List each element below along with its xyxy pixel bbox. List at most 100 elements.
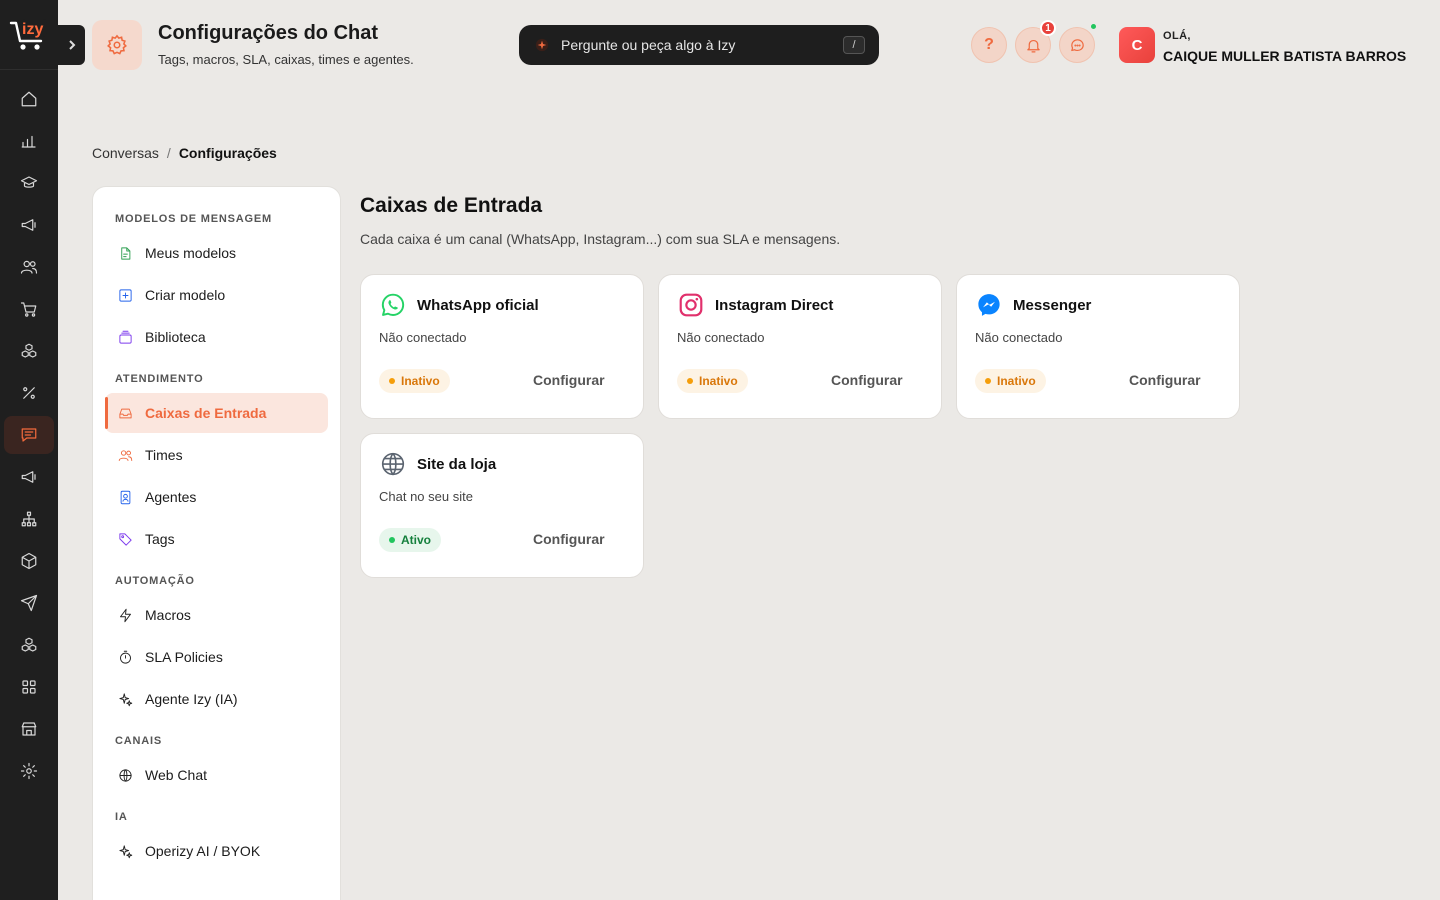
menu-item-sla-policies[interactable]: SLA Policies xyxy=(105,637,328,677)
breadcrumb-current: Configurações xyxy=(178,145,277,161)
status-badge: Inativo xyxy=(379,369,450,393)
cart-icon[interactable] xyxy=(4,290,54,328)
notification-count-badge: 1 xyxy=(1040,20,1056,36)
library-icon xyxy=(119,330,132,344)
menu-item-macros[interactable]: Macros xyxy=(105,595,328,635)
breadcrumb: Conversas / Configurações xyxy=(92,145,277,161)
graduation-cap-icon[interactable] xyxy=(4,164,54,202)
status-badge: Inativo xyxy=(677,369,748,393)
status-dot xyxy=(389,537,395,543)
help-button[interactable]: ? xyxy=(971,27,1007,63)
configure-messenger-button[interactable]: Configurar xyxy=(1129,372,1201,388)
menu-item-agente-izy[interactable]: Agente Izy (IA) xyxy=(105,679,328,719)
search-placeholder: Pergunte ou peça algo à Izy xyxy=(561,37,736,53)
bar-chart-icon[interactable] xyxy=(4,122,54,160)
menu-item-caixas-de-entrada[interactable]: Caixas de Entrada xyxy=(105,393,328,433)
globe-icon xyxy=(119,768,132,782)
bell-icon xyxy=(1026,39,1040,52)
configure-instagram-button[interactable]: Configurar xyxy=(831,372,903,388)
boxes-icon[interactable] xyxy=(4,332,54,370)
users-icon[interactable] xyxy=(4,248,54,286)
section-title: Caixas de Entrada xyxy=(360,194,543,217)
store-icon[interactable] xyxy=(4,710,54,748)
status-dot xyxy=(687,378,693,384)
megaphone-icon[interactable] xyxy=(4,206,54,244)
timer-icon xyxy=(120,650,131,664)
section-subtitle: Cada caixa é um canal (WhatsApp, Instagr… xyxy=(360,231,841,247)
chat-bubble-icon xyxy=(1070,38,1084,51)
card-title: Messenger xyxy=(1013,296,1092,314)
expand-rail-button[interactable] xyxy=(58,25,85,65)
sparkles-icon xyxy=(119,844,133,858)
messenger-icon xyxy=(975,291,1003,319)
menu-section-title: IA xyxy=(115,811,128,823)
settings-header-icon xyxy=(92,20,142,70)
inbox-card-whatsapp: WhatsApp oficial Não conectado Inativo C… xyxy=(360,274,644,419)
menu-item-web-chat[interactable]: Web Chat xyxy=(105,755,328,795)
card-title: Instagram Direct xyxy=(715,296,834,314)
user-name[interactable]: CAIQUE MULLER BATISTA BARROS xyxy=(1163,48,1406,64)
status-badge: Ativo xyxy=(379,528,441,552)
menu-section-title: CANAIS xyxy=(115,735,162,747)
menu-item-tags[interactable]: Tags xyxy=(105,519,328,559)
settings-menu: MODELOS DE MENSAGEM Meus modelos Criar m… xyxy=(92,186,341,900)
home-icon[interactable] xyxy=(4,80,54,118)
breadcrumb-conversas[interactable]: Conversas xyxy=(92,145,159,161)
send-icon[interactable] xyxy=(4,584,54,622)
status-dot xyxy=(389,378,395,384)
percent-icon[interactable] xyxy=(4,374,54,412)
card-description: Não conectado xyxy=(677,330,765,345)
user-avatar[interactable]: C xyxy=(1119,27,1155,63)
menu-item-agentes[interactable]: Agentes xyxy=(105,477,328,517)
card-title: Site da loja xyxy=(417,455,497,473)
chevron-right-icon xyxy=(68,40,75,50)
grid-icon[interactable] xyxy=(4,668,54,706)
menu-item-meus-modelos[interactable]: Meus modelos xyxy=(105,233,328,273)
megaphone-2-icon[interactable] xyxy=(4,458,54,496)
menu-section-title: MODELOS DE MENSAGEM xyxy=(115,213,272,225)
chat-icon[interactable] xyxy=(4,416,54,454)
package-icon[interactable] xyxy=(4,542,54,580)
card-description: Chat no seu site xyxy=(379,489,473,504)
sparkles-icon xyxy=(119,692,133,706)
configure-site-button[interactable]: Configurar xyxy=(533,531,605,547)
team-icon xyxy=(118,449,133,461)
gear-icon[interactable] xyxy=(4,752,54,790)
page-subtitle: Tags, macros, SLA, caixas, times e agent… xyxy=(158,52,414,67)
menu-section-title: AUTOMAÇÃO xyxy=(115,575,195,587)
izy-logo[interactable]: izy xyxy=(0,0,58,70)
notifications-button[interactable]: 1 xyxy=(1015,20,1056,63)
search-shortcut-key: / xyxy=(843,36,865,54)
menu-item-times[interactable]: Times xyxy=(105,435,328,475)
online-status-dot xyxy=(1089,22,1098,31)
document-icon xyxy=(121,246,131,260)
agent-id-icon xyxy=(120,490,131,504)
inbox-card-site: Site da loja Chat no seu site Ativo Conf… xyxy=(360,433,644,578)
blocks-icon[interactable] xyxy=(4,626,54,664)
ask-izy-search[interactable]: Pergunte ou peça algo à Izy / xyxy=(519,25,879,65)
menu-item-operizy-ai[interactable]: Operizy AI / BYOK xyxy=(105,831,328,871)
card-description: Não conectado xyxy=(975,330,1063,345)
instagram-icon xyxy=(677,291,705,319)
messages-button[interactable] xyxy=(1059,22,1098,63)
status-dot xyxy=(985,378,991,384)
configure-whatsapp-button[interactable]: Configurar xyxy=(533,372,605,388)
whatsapp-icon xyxy=(379,291,407,319)
globe-icon xyxy=(379,450,407,478)
menu-item-biblioteca[interactable]: Biblioteca xyxy=(105,317,328,357)
plus-square-icon xyxy=(119,288,132,302)
menu-section-title: ATENDIMENTO xyxy=(115,373,204,385)
menu-item-criar-modelo[interactable]: Criar modelo xyxy=(105,275,328,315)
sparkle-icon xyxy=(535,38,549,52)
question-icon: ? xyxy=(984,36,994,53)
page-title: Configurações do Chat xyxy=(158,22,379,44)
inbox-icon xyxy=(119,408,132,418)
left-rail: izy xyxy=(0,0,58,900)
lightning-icon xyxy=(120,608,131,622)
card-title: WhatsApp oficial xyxy=(417,296,539,314)
svg-text:izy: izy xyxy=(22,21,43,38)
status-badge: Inativo xyxy=(975,369,1046,393)
card-description: Não conectado xyxy=(379,330,467,345)
hierarchy-icon[interactable] xyxy=(4,500,54,538)
inbox-card-messenger: Messenger Não conectado Inativo Configur… xyxy=(956,274,1240,419)
